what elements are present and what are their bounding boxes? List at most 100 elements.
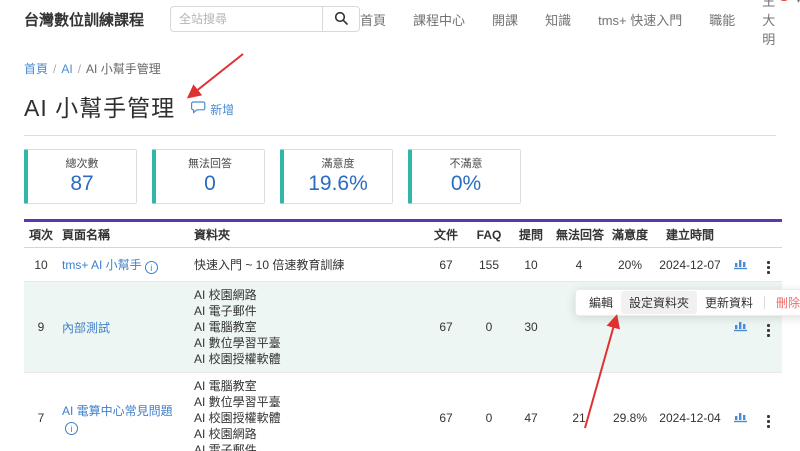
cell-menu: [754, 373, 782, 451]
row-menu-button[interactable]: [763, 259, 774, 276]
stat-value: 19.6%: [284, 171, 392, 197]
info-icon[interactable]: i: [65, 422, 78, 435]
table-body: 10tms+ AI 小幫手i快速入門 ~ 10 倍速教育訓練6715510420…: [24, 248, 782, 451]
column-header: 無法回答: [552, 221, 606, 248]
nav-item[interactable]: tms+ 快速入門: [598, 10, 682, 29]
nav-item[interactable]: 課程中心: [413, 10, 465, 29]
breadcrumb-link[interactable]: AI: [61, 62, 72, 76]
cell-chart: [726, 248, 754, 282]
row-menu-button[interactable]: [763, 322, 774, 339]
nav-item[interactable]: 知識: [545, 10, 571, 29]
cell-index: 10: [24, 248, 58, 282]
folder-name: AI 電子郵件: [194, 442, 420, 451]
chart-stats-button[interactable]: [733, 257, 748, 270]
breadcrumb-current: AI 小幫手管理: [86, 62, 161, 76]
cell-docs: 67: [424, 282, 468, 373]
stat-card: 總次數87: [24, 149, 137, 204]
add-assistant-button[interactable]: 新增: [191, 101, 234, 118]
nav-item[interactable]: 開課: [492, 10, 518, 29]
nav-item[interactable]: 首頁: [360, 10, 386, 29]
stat-label: 不滿意: [412, 155, 520, 171]
nav-item[interactable]: 職能: [709, 10, 735, 29]
search-icon: [334, 11, 348, 28]
context-menu-item[interactable]: 編輯: [581, 291, 621, 314]
page-title: AI 小幫手管理: [24, 89, 175, 123]
cell-folders: AI 校園網路AI 電子郵件AI 電腦教室AI 數位學習平臺AI 校園授權軟體: [190, 282, 424, 373]
cell-created: 2024-12-07: [654, 248, 726, 282]
stat-value: 0: [156, 171, 264, 197]
cell-created: 2024-12-04: [654, 373, 726, 451]
table-row: 7AI 電算中心常見問題iAI 電腦教室AI 數位學習平臺AI 校園授權軟體AI…: [24, 373, 782, 451]
breadcrumb-separator: /: [78, 62, 81, 76]
column-header: 滿意度: [606, 221, 654, 248]
assistant-table: 項次頁面名稱資料夾文件FAQ提問無法回答滿意度建立時間 10tms+ AI 小幫…: [24, 219, 782, 451]
stat-card: 不滿意0%: [408, 149, 521, 204]
cell-unanswered: 4: [552, 248, 606, 282]
chevron-down-icon: ▾: [796, 0, 800, 6]
folder-name: AI 電腦教室: [194, 319, 420, 335]
table-row: 10tms+ AI 小幫手i快速入門 ~ 10 倍速教育訓練6715510420…: [24, 248, 782, 282]
column-header: 頁面名稱: [58, 221, 190, 248]
column-header: 建立時間: [654, 221, 726, 248]
search-button[interactable]: [322, 6, 360, 32]
breadcrumb-separator: /: [53, 62, 56, 76]
cell-index: 9: [24, 282, 58, 373]
search-input[interactable]: [170, 6, 322, 32]
column-header: 提問: [510, 221, 552, 248]
cell-page-name: AI 電算中心常見問題 i: [58, 373, 190, 451]
cell-menu: [754, 248, 782, 282]
notification-badge: 2: [777, 0, 791, 1]
column-header: [726, 221, 754, 248]
cell-satisfaction: 20%: [606, 248, 654, 282]
column-header: FAQ: [468, 221, 510, 248]
cell-page-name: tms+ AI 小幫手i: [58, 248, 190, 282]
cell-faq: 0: [468, 282, 510, 373]
cell-unanswered: 21: [552, 373, 606, 451]
divider: [24, 135, 776, 136]
cell-docs: 67: [424, 248, 468, 282]
cell-faq: 155: [468, 248, 510, 282]
folder-name: 快速入門 ~ 10 倍速教育訓練: [194, 257, 420, 273]
user-name: 王大明: [762, 0, 775, 48]
stat-label: 總次數: [28, 155, 136, 171]
cell-index: 7: [24, 373, 58, 451]
stat-card: 無法回答0: [152, 149, 265, 204]
column-header: [754, 221, 782, 248]
cell-docs: 67: [424, 373, 468, 451]
chart-stats-button[interactable]: [733, 410, 748, 423]
context-menu-item[interactable]: 設定資料夾: [621, 291, 697, 314]
stats-row: 總次數87 無法回答0 滿意度19.6% 不滿意0%: [24, 149, 776, 204]
folder-name: AI 校園授權軟體: [194, 351, 420, 367]
cell-folders: 快速入門 ~ 10 倍速教育訓練: [190, 248, 424, 282]
breadcrumb-link[interactable]: 首頁: [24, 62, 48, 76]
folder-name: AI 數位學習平臺: [194, 335, 420, 351]
folder-name: AI 數位學習平臺: [194, 394, 420, 410]
breadcrumb: 首頁 / AI / AI 小幫手管理: [24, 60, 776, 77]
chat-bubble-icon: [191, 101, 206, 117]
folder-name: AI 電腦教室: [194, 378, 420, 394]
main-nav: 首頁 課程中心 開課 知識 tms+ 快速入門 職能: [360, 10, 735, 29]
cell-satisfaction: 29.8%: [606, 373, 654, 451]
page-name-link[interactable]: 內部測試: [62, 321, 110, 335]
folder-name: AI 校園授權軟體: [194, 410, 420, 426]
brand-logo[interactable]: 台灣數位訓練課程: [24, 9, 144, 30]
menu-separator: [764, 296, 765, 309]
folder-name: AI 校園網路: [194, 426, 420, 442]
row-context-menu: 編輯設定資料夾更新資料刪除: [575, 289, 800, 316]
row-menu-button[interactable]: [763, 413, 774, 430]
context-menu-item[interactable]: 更新資料: [697, 291, 761, 314]
stat-label: 無法回答: [156, 155, 264, 171]
info-icon[interactable]: i: [145, 261, 158, 274]
stat-label: 滿意度: [284, 155, 392, 171]
page-name-link[interactable]: AI 電算中心常見問題: [62, 404, 173, 418]
cell-questions: 10: [510, 248, 552, 282]
cell-chart: [726, 373, 754, 451]
column-header: 項次: [24, 221, 58, 248]
folder-name: AI 校園網路: [194, 287, 420, 303]
cell-questions: 47: [510, 373, 552, 451]
chart-stats-button[interactable]: [733, 319, 748, 332]
context-menu-item[interactable]: 刪除: [768, 291, 800, 314]
user-menu[interactable]: 王大明 2 ▾: [762, 0, 800, 48]
add-label: 新增: [210, 101, 234, 118]
page-name-link[interactable]: tms+ AI 小幫手: [62, 258, 142, 272]
